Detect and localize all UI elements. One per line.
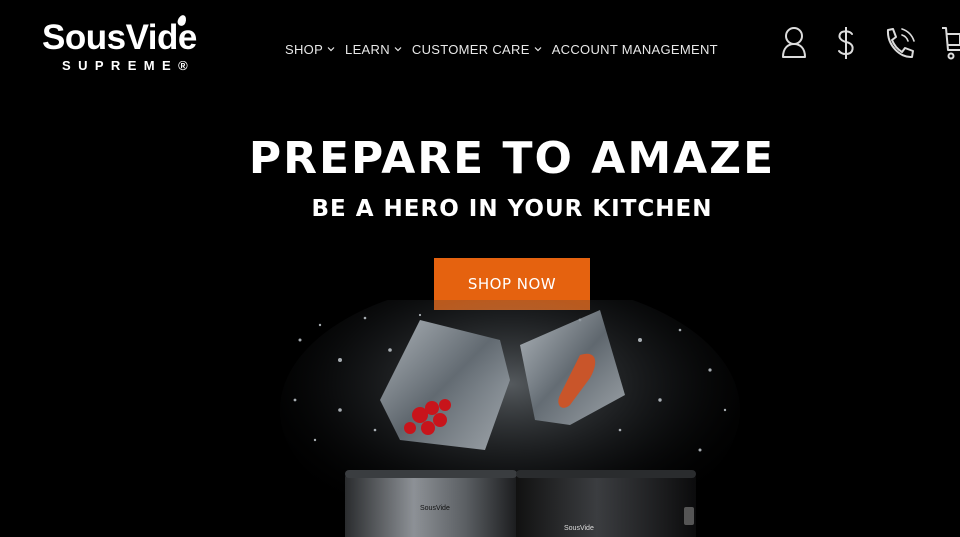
nav-label: LEARN — [345, 41, 390, 57]
nav-label: CUSTOMER CARE — [411, 41, 530, 57]
site-header: SousVide SUPREME® SHOP LEARN CUSTOMER CA… — [0, 0, 960, 100]
dollar-icon[interactable] — [828, 24, 864, 64]
hero-title: PREPARE TO AMAZE — [248, 133, 776, 184]
logo-subtitle: SUPREME® — [62, 58, 196, 73]
chevron-down-icon — [534, 45, 542, 53]
nav-item-customer-care[interactable]: CUSTOMER CARE — [412, 42, 542, 57]
logo-wordmark: SousVide — [42, 18, 197, 57]
nav-item-learn[interactable]: LEARN — [345, 42, 402, 57]
nav-label: ACCOUNT MANAGEMENT — [551, 41, 718, 57]
user-icon[interactable] — [776, 24, 812, 64]
nav-item-account-management[interactable]: ACCOUNT MANAGEMENT — [552, 42, 718, 57]
main-nav: SHOP LEARN CUSTOMER CARE ACCOUNT MANAGEM… — [285, 40, 718, 58]
device-left-label: SousVide — [420, 505, 450, 512]
phone-icon[interactable] — [880, 24, 916, 64]
brand-logo[interactable]: SousVide SUPREME® — [40, 13, 226, 78]
nav-label: SHOP — [285, 41, 324, 57]
device-right-label: SousVide — [564, 525, 594, 532]
hero-subtitle: BE A HERO IN YOUR KITCHEN — [311, 196, 713, 222]
nav-item-shop[interactable]: SHOP — [285, 42, 335, 57]
chevron-down-icon — [394, 45, 402, 53]
chevron-down-icon — [327, 45, 335, 53]
cart-icon[interactable] — [940, 24, 960, 64]
hero-product-image: SousVide SousVide — [280, 300, 740, 537]
